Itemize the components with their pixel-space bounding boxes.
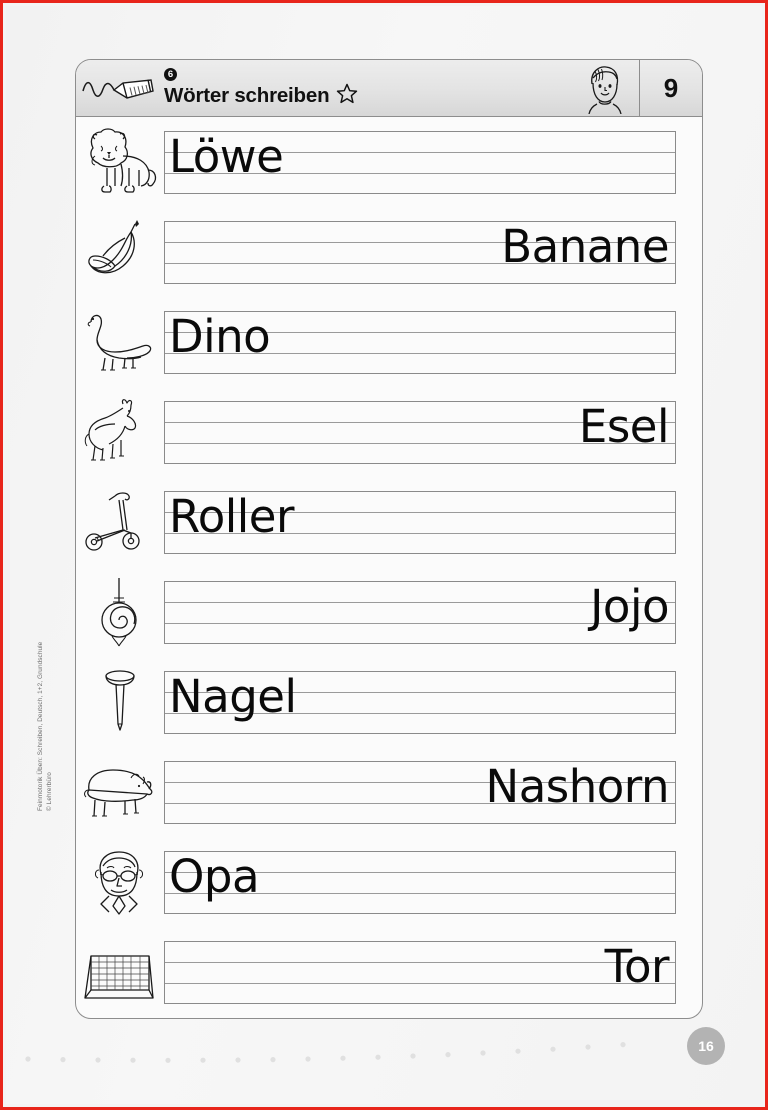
header-page-number: 9	[663, 73, 679, 103]
lion-icon	[76, 120, 164, 204]
donkey-icon	[76, 390, 164, 474]
banana-icon	[76, 210, 164, 294]
exercise-row: Roller	[76, 477, 702, 567]
guide-line	[165, 262, 675, 264]
soccer-goal-icon	[76, 930, 164, 1014]
word-text: Tor	[604, 939, 670, 993]
dinosaur-icon	[76, 300, 164, 384]
writing-line-box[interactable]: Esel	[164, 400, 676, 464]
writing-line-box[interactable]: Nagel	[164, 670, 676, 734]
copyright-line-2: © Lehrerbüro	[45, 772, 53, 811]
copyright-line-1: Feinmotorik Üben: Schreiben, Deutsch, 1+…	[37, 641, 44, 811]
word-text: Roller	[169, 489, 294, 543]
guide-line	[165, 151, 675, 153]
exercise-row: Nagel	[76, 657, 702, 747]
writing-line-box[interactable]: Roller	[164, 490, 676, 554]
guide-line	[165, 241, 675, 243]
writing-line-box[interactable]: Dino	[164, 310, 676, 374]
worksheet-header: 6 Wörter schreiben 9	[76, 60, 702, 117]
guide-line	[165, 691, 675, 693]
guide-line	[165, 781, 675, 783]
guide-line	[165, 982, 675, 984]
guide-line	[165, 802, 675, 804]
guide-line	[165, 331, 675, 333]
worksheet-page: Feinmotorik Üben: Schreiben, Deutsch, 1+…	[0, 0, 768, 1110]
scooter-icon	[76, 480, 164, 564]
word-text: Nashorn	[485, 759, 670, 813]
word-text: Jojo	[590, 579, 669, 633]
exercise-row: Nashorn	[76, 747, 702, 837]
guide-line	[165, 352, 675, 354]
writing-line-box[interactable]: Banane	[164, 220, 676, 284]
exercise-row: Banane	[76, 207, 702, 297]
guide-line	[165, 712, 675, 714]
word-text: Esel	[578, 399, 670, 453]
guide-line	[165, 421, 675, 423]
guide-line	[165, 442, 675, 444]
header-page-number-box: 9	[640, 60, 702, 116]
pencil-drawing-wavy-line-icon	[76, 60, 162, 116]
writing-line-box[interactable]: Opa	[164, 850, 676, 914]
word-text: Banane	[501, 219, 669, 273]
page-title: Wörter schreiben	[164, 83, 330, 107]
exercise-row: Opa	[76, 837, 702, 927]
word-text: Nagel	[169, 669, 297, 723]
exercise-rows: Löwe Banane Dino Esel Roller Jojo Nagel …	[76, 117, 702, 1017]
yoyo-icon	[76, 570, 164, 654]
exercise-number-badge: 6	[164, 68, 177, 81]
exercise-row: Jojo	[76, 567, 702, 657]
word-text: Löwe	[169, 129, 284, 183]
guide-line	[165, 961, 675, 963]
guide-line	[165, 622, 675, 624]
writing-line-box[interactable]: Löwe	[164, 130, 676, 194]
exercise-row: Löwe	[76, 117, 702, 207]
writing-line-box[interactable]: Tor	[164, 940, 676, 1004]
guide-line	[165, 532, 675, 534]
nail-icon	[76, 660, 164, 744]
header-title-block: 6 Wörter schreiben	[162, 60, 569, 116]
grandfather-icon	[76, 840, 164, 924]
guide-line	[165, 601, 675, 603]
rhinoceros-icon	[76, 750, 164, 834]
page-number-badge: 16	[687, 1027, 725, 1065]
boy-face-icon	[569, 60, 640, 116]
guide-line	[165, 892, 675, 894]
guide-line	[165, 172, 675, 174]
writing-line-box[interactable]: Nashorn	[164, 760, 676, 824]
star-outline-icon	[336, 83, 358, 109]
guide-line	[165, 511, 675, 513]
word-text: Dino	[169, 309, 271, 363]
guide-line	[165, 871, 675, 873]
copyright-strip: Feinmotorik Üben: Schreiben, Deutsch, 1+…	[37, 601, 54, 811]
writing-line-box[interactable]: Jojo	[164, 580, 676, 644]
exercise-row: Esel	[76, 387, 702, 477]
footer-dot-decoration	[23, 1031, 723, 1071]
word-text: Opa	[169, 849, 260, 903]
exercise-row: Tor	[76, 927, 702, 1017]
worksheet-card: 6 Wörter schreiben 9 Löwe Banane Dino Es…	[75, 59, 703, 1019]
exercise-row: Dino	[76, 297, 702, 387]
